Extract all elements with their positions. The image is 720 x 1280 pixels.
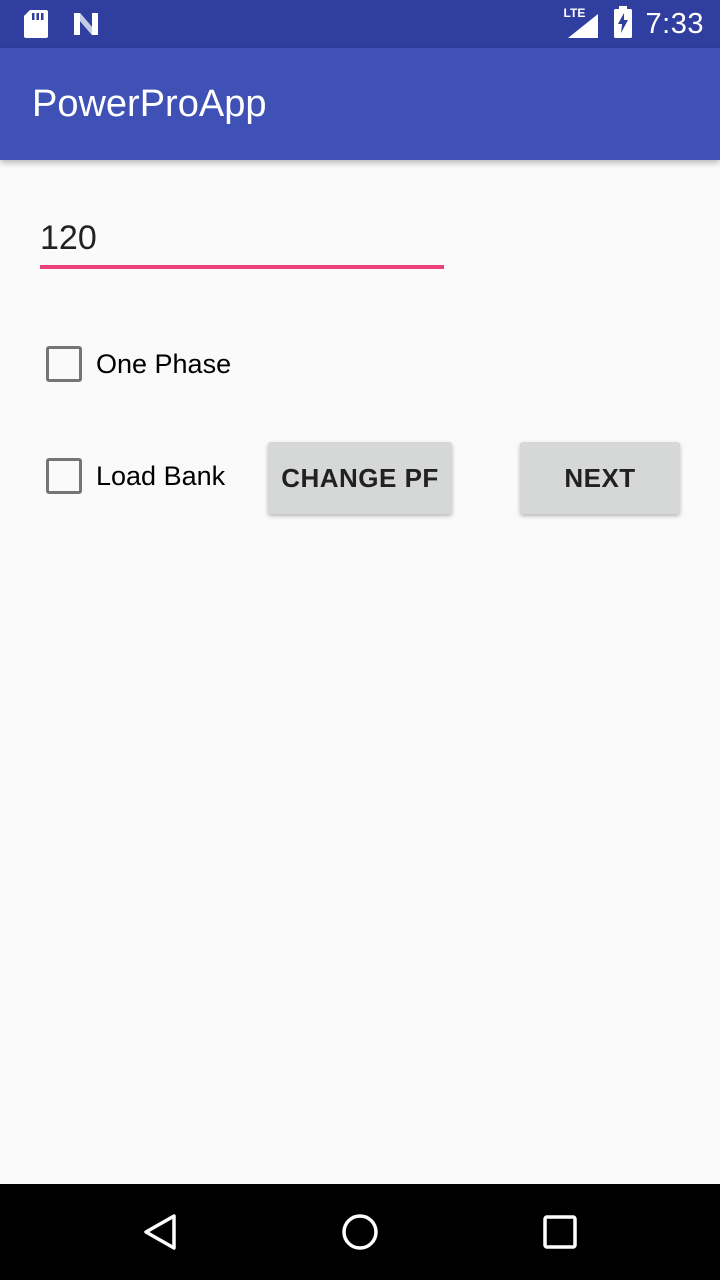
recents-icon[interactable] bbox=[536, 1208, 584, 1256]
checkbox-box[interactable] bbox=[46, 346, 82, 382]
signal-lte-icon: LTE bbox=[564, 6, 600, 40]
checkbox-box[interactable] bbox=[46, 458, 82, 494]
status-time: 7:33 bbox=[645, 7, 704, 40]
navigation-bar bbox=[0, 1184, 720, 1280]
one-phase-checkbox[interactable]: One Phase bbox=[46, 344, 231, 384]
back-icon[interactable] bbox=[136, 1208, 184, 1256]
app-bar: PowerProApp bbox=[0, 48, 720, 160]
next-button[interactable]: NEXT bbox=[520, 442, 680, 514]
sd-card-icon bbox=[24, 10, 48, 43]
home-icon[interactable] bbox=[336, 1208, 384, 1256]
change-pf-button[interactable]: CHANGE PF bbox=[268, 442, 452, 514]
status-left bbox=[24, 10, 100, 43]
checkbox-label: One Phase bbox=[96, 348, 232, 379]
load-bank-checkbox[interactable]: Load Bank bbox=[46, 456, 225, 496]
app-screen: LTE 7:33 PowerProApp One Phase bbox=[0, 0, 720, 1280]
status-right: LTE 7:33 bbox=[564, 0, 704, 48]
checkbox-label: Load Bank bbox=[96, 460, 226, 491]
app-title: PowerProApp bbox=[32, 83, 267, 125]
input-underline bbox=[40, 265, 444, 269]
status-bar: LTE 7:33 bbox=[0, 0, 720, 48]
n-notification-icon bbox=[72, 11, 100, 42]
voltage-input[interactable] bbox=[40, 210, 444, 266]
voltage-field[interactable] bbox=[40, 210, 444, 270]
battery-charging-icon bbox=[613, 5, 632, 43]
